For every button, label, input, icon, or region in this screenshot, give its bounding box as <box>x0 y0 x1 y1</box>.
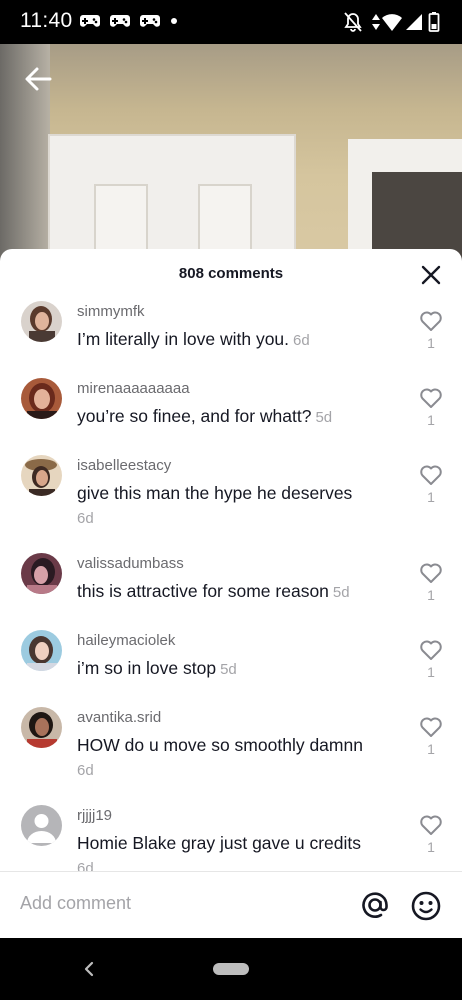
like-button[interactable] <box>419 562 443 584</box>
mention-button[interactable] <box>360 890 390 920</box>
comment-body: Homie Blake gray just gave u credits 6d <box>77 831 395 871</box>
game-controller-icon <box>110 15 130 27</box>
avatar[interactable] <box>21 301 62 342</box>
battery-icon <box>428 12 440 32</box>
comment-time: 5d <box>220 661 237 678</box>
avatar[interactable] <box>21 805 62 846</box>
arrow-left-icon <box>25 67 52 91</box>
comment-username[interactable]: mirenaaaaaaaaa <box>77 380 190 397</box>
comment-text: Homie Blake gray just gave u credits <box>77 833 362 853</box>
like-count: 1 <box>427 664 435 680</box>
comment-body: give this man the hype he deserves 6d <box>77 481 395 531</box>
wifi-icon <box>382 14 402 31</box>
like-button[interactable] <box>419 639 443 661</box>
comment-username[interactable]: rjjjj19 <box>77 807 112 824</box>
like-count: 1 <box>427 489 435 505</box>
comment-username[interactable]: valissadumbass <box>77 555 184 572</box>
avatar[interactable] <box>21 707 62 748</box>
heart-icon <box>420 311 442 331</box>
like-count: 1 <box>427 839 435 855</box>
comment-item[interactable]: haileymaciolek i’m so in love stop 5d 1 <box>0 630 462 708</box>
comment-time: 6d <box>77 860 94 871</box>
comments-sheet: 808 comments simmymfk I’m literally in l… <box>0 249 462 938</box>
heart-icon <box>420 388 442 408</box>
heart-icon <box>420 717 442 737</box>
comment-body: I’m literally in love with you. 6d <box>77 327 395 353</box>
video-preview[interactable] <box>0 44 462 264</box>
comment-item[interactable]: avantika.srid HOW do u move so smoothly … <box>0 707 462 803</box>
heart-icon <box>420 465 442 485</box>
data-icon <box>372 14 380 30</box>
comment-item[interactable]: simmymfk I’m literally in love with you.… <box>0 301 462 379</box>
comment-text: i’m so in love stop <box>77 658 217 678</box>
comment-text: this is attractive for some reason <box>77 581 329 601</box>
more-notifications-dot <box>171 18 177 24</box>
comment-body: i’m so in love stop 5d <box>77 656 395 682</box>
video-scene-door <box>48 134 296 264</box>
game-controller-icon <box>80 15 100 27</box>
like-button[interactable] <box>419 464 443 486</box>
avatar[interactable] <box>21 630 62 671</box>
like-count: 1 <box>427 412 435 428</box>
comment-text: give this man the hype he deserves <box>77 483 353 503</box>
like-count: 1 <box>427 335 435 351</box>
comments-count-title: 808 comments <box>178 265 284 282</box>
at-sign-icon <box>362 892 388 918</box>
heart-icon <box>420 815 442 835</box>
like-button[interactable] <box>419 387 443 409</box>
comment-text: I’m literally in love with you. <box>77 329 290 349</box>
avatar[interactable] <box>21 553 62 594</box>
add-comment-bar: Add comment <box>0 871 462 938</box>
comment-time: 6d <box>77 762 94 779</box>
comment-body: this is attractive for some reason 5d <box>77 579 395 605</box>
comment-username[interactable]: avantika.srid <box>77 709 161 726</box>
like-button[interactable] <box>419 716 443 738</box>
comment-username[interactable]: isabelleestacy <box>77 457 171 474</box>
nav-back-button[interactable] <box>82 960 96 978</box>
back-button[interactable] <box>22 64 56 94</box>
status-time: 11:40 <box>20 9 73 32</box>
like-count: 1 <box>427 587 435 603</box>
comment-time: 6d <box>293 332 310 349</box>
comment-time: 6d <box>77 510 94 527</box>
comment-username[interactable]: haileymaciolek <box>77 632 175 649</box>
emoji-icon <box>411 891 441 921</box>
system-nav-bar <box>0 938 462 1000</box>
heart-icon <box>420 640 442 660</box>
nav-back-icon <box>84 961 94 977</box>
comment-body: you’re so finee, and for whatt? 5d <box>77 404 395 430</box>
comment-text: HOW do u move so smoothly damnn <box>77 735 363 755</box>
comment-item[interactable]: valissadumbass this is attractive for so… <box>0 553 462 631</box>
close-button[interactable] <box>419 263 443 287</box>
emoji-button[interactable] <box>410 890 442 922</box>
comment-body: HOW do u move so smoothly damnn 6d <box>77 733 395 783</box>
avatar[interactable] <box>21 378 62 419</box>
status-bar: 11:40 <box>0 0 462 44</box>
comment-text: you’re so finee, and for whatt? <box>77 406 312 426</box>
like-button[interactable] <box>419 310 443 332</box>
like-count: 1 <box>427 741 435 757</box>
comment-time: 5d <box>332 584 350 601</box>
heart-icon <box>420 563 442 583</box>
add-comment-input[interactable]: Add comment <box>20 893 131 914</box>
comment-time: 5d <box>315 409 333 426</box>
comment-item[interactable]: isabelleestacy give this man the hype he… <box>0 455 462 551</box>
signal-icon <box>406 14 422 30</box>
home-pill-icon[interactable] <box>213 963 249 975</box>
game-controller-icon <box>140 15 160 27</box>
avatar[interactable] <box>21 455 62 496</box>
comment-username[interactable]: simmymfk <box>77 303 145 320</box>
comments-header: 808 comments <box>0 249 462 297</box>
mute-icon <box>344 12 362 32</box>
like-button[interactable] <box>419 814 443 836</box>
comment-item[interactable]: mirenaaaaaaaaa you’re so finee, and for … <box>0 378 462 456</box>
comment-item[interactable]: rjjjj19 Homie Blake gray just gave u cre… <box>0 805 462 871</box>
close-icon <box>421 265 441 285</box>
